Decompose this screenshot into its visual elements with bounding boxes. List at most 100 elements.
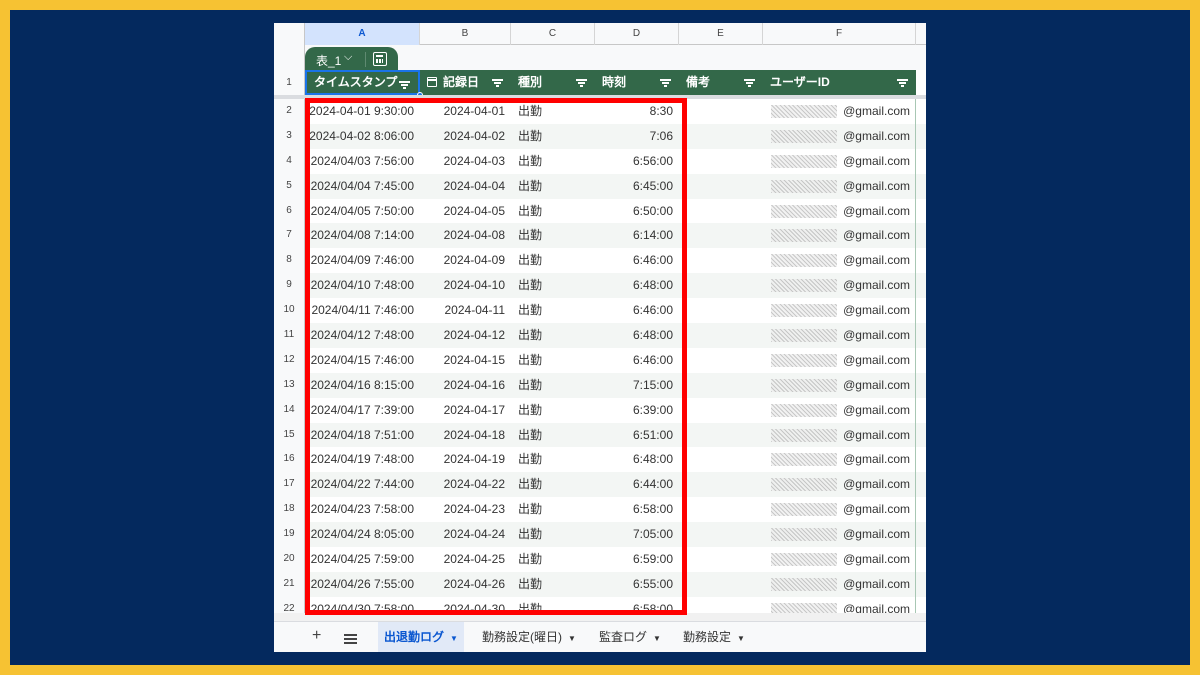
sheet-tab-audit-log[interactable]: 監査ログ ▼ [593, 622, 667, 652]
filter-icon[interactable] [744, 79, 755, 87]
row-number[interactable]: 19 [274, 522, 305, 548]
user-id-cell[interactable]: @gmail.com [763, 323, 916, 348]
time-cell[interactable]: 6:59:00 [595, 547, 679, 572]
note-cell[interactable] [679, 323, 763, 348]
user-id-cell[interactable]: @gmail.com [763, 149, 916, 174]
row-number[interactable]: 5 [274, 173, 305, 199]
column-header-f[interactable]: F [763, 23, 916, 45]
type-cell[interactable]: 出勤 [511, 447, 595, 472]
time-cell[interactable]: 6:50:00 [595, 199, 679, 224]
date-cell[interactable]: 2024-04-22 [420, 472, 511, 497]
user-id-cell[interactable]: @gmail.com [763, 99, 916, 124]
date-cell[interactable]: 2024-04-18 [420, 423, 511, 448]
time-cell[interactable]: 6:45:00 [595, 174, 679, 199]
filter-icon[interactable] [660, 79, 671, 87]
sheet-tab-work-settings[interactable]: 勤務設定 ▼ [677, 622, 751, 652]
timestamp-cell[interactable]: 2024/04/23 7:58:00 [305, 497, 420, 522]
type-cell[interactable]: 出勤 [511, 323, 595, 348]
header-cell-date[interactable]: 記録日 [420, 70, 511, 95]
note-cell[interactable] [679, 149, 763, 174]
note-cell[interactable] [679, 472, 763, 497]
timestamp-cell[interactable]: 2024/04/16 8:15:00 [305, 373, 420, 398]
time-cell[interactable]: 6:46:00 [595, 248, 679, 273]
row-number[interactable]: 12 [274, 347, 305, 373]
row-number[interactable]: 15 [274, 422, 305, 448]
row-number[interactable]: 4 [274, 148, 305, 174]
date-cell[interactable]: 2024-04-15 [420, 348, 511, 373]
type-cell[interactable]: 出勤 [511, 497, 595, 522]
date-cell[interactable]: 2024-04-01 [420, 99, 511, 124]
row-number[interactable]: 2 [274, 99, 305, 124]
note-cell[interactable] [679, 99, 763, 124]
type-cell[interactable]: 出勤 [511, 149, 595, 174]
user-id-cell[interactable]: @gmail.com [763, 423, 916, 448]
time-cell[interactable]: 6:46:00 [595, 298, 679, 323]
date-cell[interactable]: 2024-04-05 [420, 199, 511, 224]
time-cell[interactable]: 7:06 [595, 124, 679, 149]
row-number[interactable]: 6 [274, 198, 305, 224]
header-cell-note[interactable]: 備考 [679, 70, 763, 95]
timestamp-cell[interactable]: 2024/04/09 7:46:00 [305, 248, 420, 273]
note-cell[interactable] [679, 522, 763, 547]
timestamp-cell[interactable]: 2024/04/17 7:39:00 [305, 398, 420, 423]
note-cell[interactable] [679, 348, 763, 373]
sheet-tab-attendance-log[interactable]: 出退勤ログ ▼ [378, 622, 464, 652]
time-cell[interactable]: 6:58:00 [595, 597, 679, 613]
note-cell[interactable] [679, 497, 763, 522]
timestamp-cell[interactable]: 2024/04/26 7:55:00 [305, 572, 420, 597]
date-cell[interactable]: 2024-04-30 [420, 597, 511, 613]
column-header-e[interactable]: E [679, 23, 763, 45]
filter-icon[interactable] [897, 79, 908, 87]
date-cell[interactable]: 2024-04-26 [420, 572, 511, 597]
timestamp-cell[interactable]: 2024/04/30 7:58:00 [305, 597, 420, 613]
date-cell[interactable]: 2024-04-09 [420, 248, 511, 273]
user-id-cell[interactable]: @gmail.com [763, 199, 916, 224]
time-cell[interactable]: 8:30 [595, 99, 679, 124]
select-all-corner[interactable] [274, 23, 305, 45]
filter-icon[interactable] [492, 79, 503, 87]
calculator-icon[interactable] [373, 52, 387, 66]
date-cell[interactable]: 2024-04-04 [420, 174, 511, 199]
type-cell[interactable]: 出勤 [511, 174, 595, 199]
time-cell[interactable]: 7:05:00 [595, 522, 679, 547]
type-cell[interactable]: 出勤 [511, 99, 595, 124]
timestamp-cell[interactable]: 2024/04/10 7:48:00 [305, 273, 420, 298]
user-id-cell[interactable]: @gmail.com [763, 124, 916, 149]
row-number[interactable]: 11 [274, 323, 305, 348]
note-cell[interactable] [679, 223, 763, 248]
type-cell[interactable]: 出勤 [511, 298, 595, 323]
user-id-cell[interactable]: @gmail.com [763, 273, 916, 298]
table-name-chip[interactable]: 表_1 ⌵ [305, 47, 398, 72]
horizontal-scrollbar[interactable] [274, 613, 926, 621]
row-number[interactable]: 3 [274, 123, 305, 149]
column-header-d[interactable]: D [595, 23, 679, 45]
timestamp-cell[interactable]: 2024/04/03 7:56:00 [305, 149, 420, 174]
date-cell[interactable]: 2024-04-23 [420, 497, 511, 522]
date-cell[interactable]: 2024-04-17 [420, 398, 511, 423]
user-id-cell[interactable]: @gmail.com [763, 373, 916, 398]
note-cell[interactable] [679, 447, 763, 472]
row-number[interactable]: 10 [274, 298, 305, 324]
column-header-b[interactable]: B [420, 23, 511, 45]
date-cell[interactable]: 2024-04-10 [420, 273, 511, 298]
header-cell-type[interactable]: 種別 [511, 70, 595, 95]
date-cell[interactable]: 2024-04-16 [420, 373, 511, 398]
row-number[interactable]: 1 [274, 70, 305, 95]
user-id-cell[interactable]: @gmail.com [763, 248, 916, 273]
timestamp-cell[interactable]: 2024/04/12 7:48:00 [305, 323, 420, 348]
type-cell[interactable]: 出勤 [511, 597, 595, 613]
row-number[interactable]: 18 [274, 497, 305, 523]
sheet-tab-work-settings-weekday[interactable]: 勤務設定(曜日) ▼ [476, 622, 582, 652]
row-number[interactable]: 13 [274, 372, 305, 398]
row-number[interactable]: 16 [274, 447, 305, 473]
filter-icon[interactable] [576, 79, 587, 87]
time-cell[interactable]: 6:51:00 [595, 423, 679, 448]
type-cell[interactable]: 出勤 [511, 423, 595, 448]
type-cell[interactable]: 出勤 [511, 273, 595, 298]
note-cell[interactable] [679, 199, 763, 224]
row-number[interactable]: 14 [274, 397, 305, 423]
user-id-cell[interactable]: @gmail.com [763, 472, 916, 497]
note-cell[interactable] [679, 398, 763, 423]
user-id-cell[interactable]: @gmail.com [763, 547, 916, 572]
row-number[interactable]: 7 [274, 223, 305, 249]
